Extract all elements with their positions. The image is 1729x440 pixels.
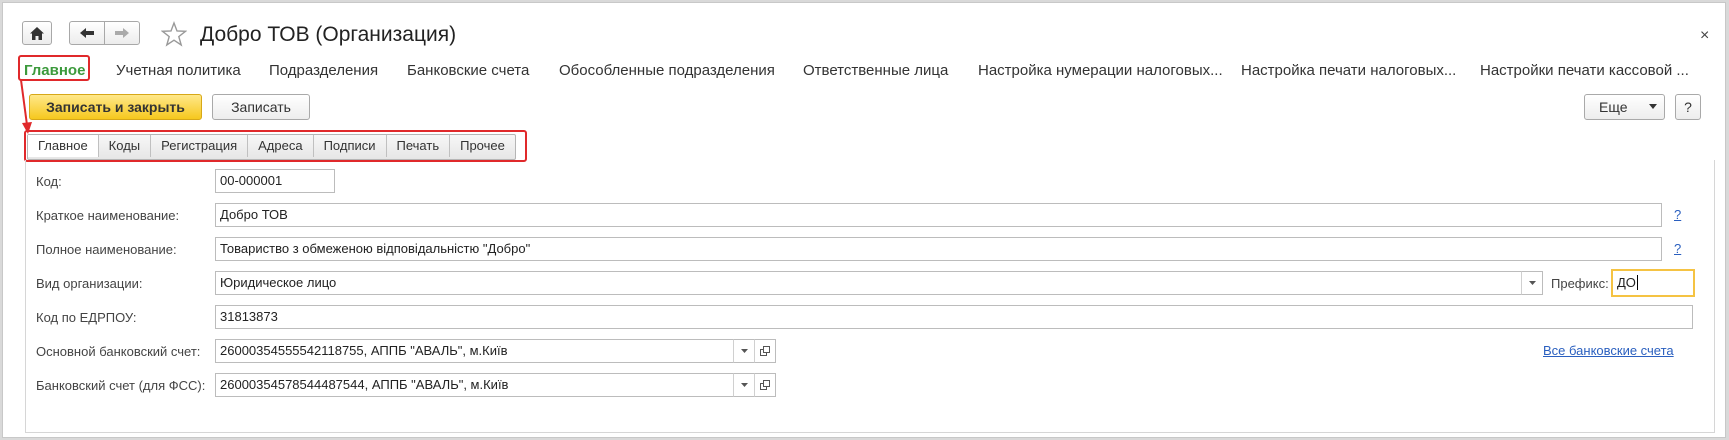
- chevron-down-icon: [740, 383, 748, 387]
- more-button[interactable]: Еще: [1584, 94, 1665, 120]
- help-button[interactable]: ?: [1675, 94, 1701, 120]
- fss-account-open-button[interactable]: [754, 373, 776, 397]
- code-field[interactable]: 00-000001: [215, 169, 335, 193]
- section-accounting-policy[interactable]: Учетная политика: [116, 62, 241, 79]
- tab-registration[interactable]: Регистрация: [151, 135, 249, 157]
- fss-account-dropdown-button[interactable]: [733, 373, 755, 397]
- open-window-icon: [760, 346, 770, 356]
- main-account-label: Основной банковский счет:: [36, 344, 201, 359]
- tab-main[interactable]: Главное: [28, 135, 99, 157]
- main-account-open-button[interactable]: [754, 339, 776, 363]
- fss-account-label: Банковский счет (для ФСС):: [36, 378, 206, 393]
- chevron-down-icon: [740, 349, 748, 353]
- form-tabs: Главное Коды Регистрация Адреса Подписи …: [27, 134, 516, 160]
- save-and-close-button[interactable]: Записать и закрыть: [29, 94, 202, 120]
- page-title: Добро ТОВ (Организация): [200, 23, 457, 46]
- arrow-left-icon: [80, 28, 94, 38]
- arrow-right-icon: [115, 28, 129, 38]
- tab-codes[interactable]: Коды: [99, 135, 152, 157]
- section-responsible-persons[interactable]: Ответственные лица: [803, 62, 948, 79]
- tab-print[interactable]: Печать: [387, 135, 451, 157]
- highlight-box-section: [18, 55, 90, 81]
- forward-button[interactable]: [104, 21, 140, 45]
- edrpou-label: Код по ЕДРПОУ:: [36, 310, 137, 325]
- text-cursor: [1636, 275, 1638, 290]
- chevron-down-icon: [1528, 281, 1536, 285]
- save-button[interactable]: Записать: [212, 94, 310, 120]
- home-button[interactable]: [22, 21, 52, 45]
- section-bank-accounts[interactable]: Банковские счета: [407, 62, 529, 79]
- org-type-label: Вид организации:: [36, 276, 143, 291]
- section-cash-print[interactable]: Настройки печати кассовой ...: [1480, 62, 1689, 79]
- section-separate-divisions[interactable]: Обособленные подразделения: [559, 62, 775, 79]
- short-name-label: Краткое наименование:: [36, 208, 180, 223]
- tab-signatures[interactable]: Подписи: [314, 135, 387, 157]
- all-bank-accounts-link[interactable]: Все банковские счета: [1543, 343, 1674, 358]
- form-window: Добро ТОВ (Организация) × Главное Учетна…: [2, 2, 1726, 438]
- short-name-help-link[interactable]: ?: [1674, 207, 1681, 222]
- section-tax-numbering[interactable]: Настройка нумерации налоговых...: [978, 62, 1223, 79]
- code-label: Код:: [36, 174, 62, 189]
- section-departments[interactable]: Подразделения: [269, 62, 378, 79]
- close-icon[interactable]: ×: [1700, 27, 1709, 45]
- org-type-dropdown-button[interactable]: [1521, 271, 1543, 295]
- section-tax-print[interactable]: Настройка печати налоговых...: [1241, 62, 1456, 79]
- short-name-field[interactable]: Добро ТОВ: [215, 203, 1662, 227]
- tab-addresses[interactable]: Адреса: [248, 135, 314, 157]
- home-icon: [30, 26, 44, 40]
- main-account-select[interactable]: 26000354555542118755, АППБ "АВАЛЬ", м.Ки…: [215, 339, 734, 363]
- open-window-icon: [760, 380, 770, 390]
- full-name-help-link[interactable]: ?: [1674, 241, 1681, 256]
- full-name-field[interactable]: Товариство з обмеженою відповідальністю …: [215, 237, 1662, 261]
- main-account-dropdown-button[interactable]: [733, 339, 755, 363]
- edrpou-field[interactable]: 31813873: [215, 305, 1693, 329]
- tab-other[interactable]: Прочее: [450, 135, 515, 157]
- full-name-label: Полное наименование:: [36, 242, 177, 257]
- back-button[interactable]: [69, 21, 105, 45]
- prefix-value: ДО: [1617, 275, 1636, 290]
- fss-account-select[interactable]: 26000354578544487544, АППБ "АВАЛЬ", м.Ки…: [215, 373, 734, 397]
- prefix-field[interactable]: ДО: [1611, 269, 1695, 297]
- more-button-label: Еще: [1599, 99, 1628, 115]
- org-type-select[interactable]: Юридическое лицо: [215, 271, 1522, 295]
- favorite-star-icon[interactable]: [160, 21, 188, 50]
- chevron-down-icon: [1649, 104, 1657, 109]
- prefix-label: Префикс:: [1551, 276, 1609, 291]
